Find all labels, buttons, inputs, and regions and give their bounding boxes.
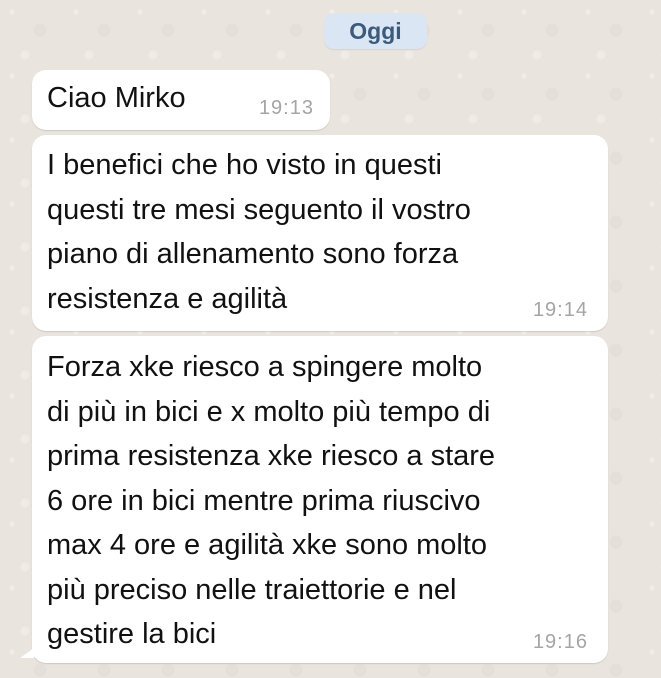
- message-timestamp: 19:14: [532, 299, 588, 321]
- message-timestamp: 19:16: [532, 631, 588, 653]
- message-text: I benefici che ho visto in questi questi…: [47, 149, 471, 315]
- date-separator: Oggi: [324, 13, 427, 49]
- message-bubble[interactable]: Forza xke riesco a spingere molto di più…: [32, 336, 608, 663]
- date-label: Oggi: [349, 17, 402, 44]
- message-bubble[interactable]: I benefici che ho visto in questi questi…: [32, 135, 608, 331]
- bubble-tail: [20, 648, 34, 658]
- message-timestamp: 19:13: [258, 97, 314, 119]
- message-bubble[interactable]: Ciao Mirko 19:13: [32, 70, 330, 130]
- message-text: Forza xke riesco a spingere molto di più…: [47, 351, 496, 650]
